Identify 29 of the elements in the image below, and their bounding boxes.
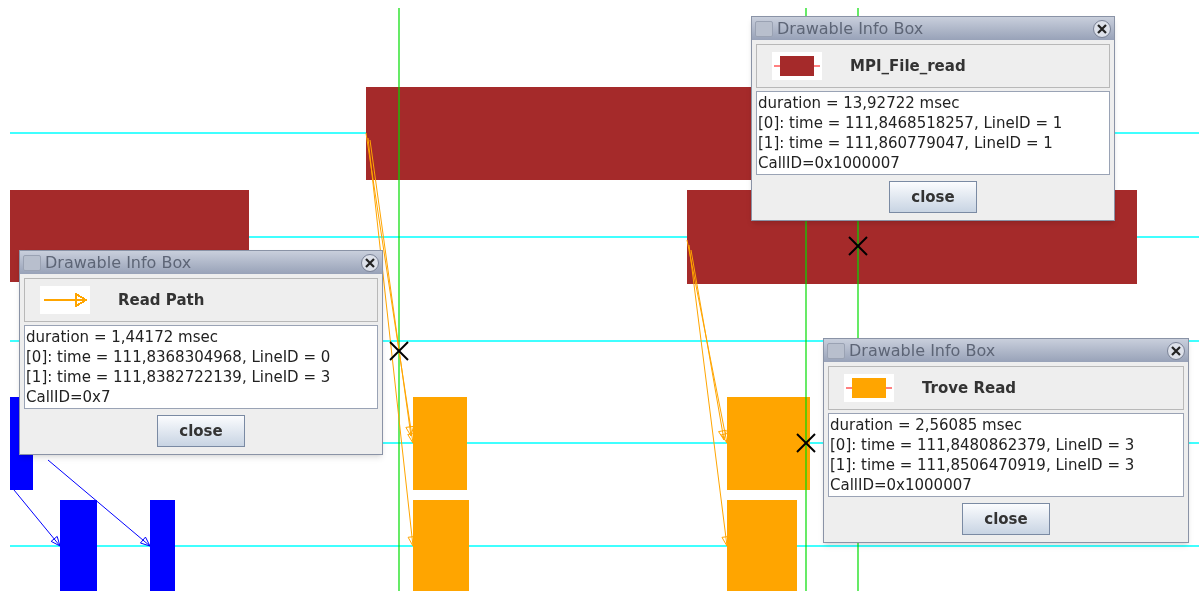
close-icon[interactable]	[1167, 341, 1185, 360]
info-line: duration = 13,92722 msec	[758, 93, 961, 113]
info-line: [1]: time = 111,8506470919, LineID = 3	[830, 455, 1136, 475]
info-line: [0]: time = 111,8468518257, LineID = 1	[758, 113, 1064, 133]
info-line: [1]: time = 111,8382722139, LineID = 3	[26, 367, 332, 387]
close-button[interactable]: close	[157, 415, 245, 447]
cross-mark	[796, 433, 816, 453]
info-line: CallID=0x1000007	[758, 153, 901, 173]
window-title: Drawable Info Box	[849, 342, 997, 359]
legend-label: Read Path	[118, 289, 205, 311]
legend-label: Trove Read	[922, 377, 1017, 399]
info-line: duration = 1,44172 msec	[26, 327, 219, 347]
info-line: [0]: time = 111,8480862379, LineID = 3	[830, 435, 1136, 455]
cross-mark	[848, 236, 868, 256]
info-line: CallID=0x1000007	[830, 475, 973, 495]
close-button[interactable]: close	[889, 181, 977, 213]
info-line: duration = 2,56085 msec	[830, 415, 1023, 435]
info-line: [0]: time = 111,8368304968, LineID = 0	[26, 347, 332, 367]
info-line: CallID=0x7	[26, 387, 112, 407]
window-title: Drawable Info Box	[777, 20, 925, 37]
legend-label: MPI_File_read	[850, 55, 966, 77]
cross-mark	[389, 341, 409, 361]
info-line: [1]: time = 111,860779047, LineID = 1	[758, 133, 1054, 153]
window-title: Drawable Info Box	[45, 254, 193, 271]
close-icon[interactable]	[1093, 19, 1111, 38]
close-icon[interactable]	[361, 253, 379, 272]
state-legend-icon	[845, 378, 893, 398]
close-button[interactable]: close	[962, 503, 1050, 535]
state-legend-icon	[773, 56, 821, 76]
